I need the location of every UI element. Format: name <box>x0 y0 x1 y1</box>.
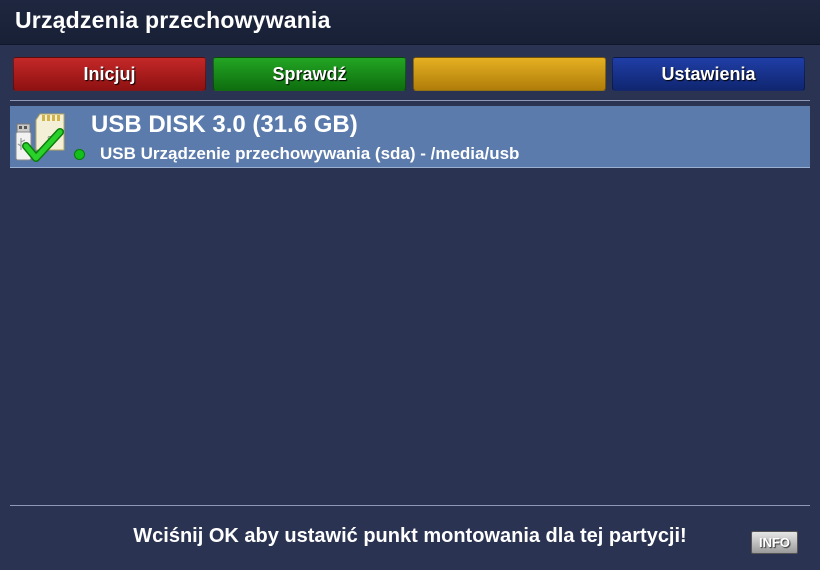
bottom-divider <box>10 505 810 506</box>
title-bar: Urządzenia przechowywania <box>0 0 820 45</box>
check-button[interactable]: Sprawdź <box>213 57 406 91</box>
top-divider <box>10 100 810 101</box>
yellow-button[interactable] <box>413 57 606 91</box>
device-list-item[interactable]: SD USB DISK 3.0 (31.6 GB) USB Urządzenie… <box>10 106 810 168</box>
device-name: USB DISK 3.0 (31.6 GB) <box>91 111 358 138</box>
settings-button[interactable]: Ustawienia <box>612 57 805 91</box>
window-title: Urządzenia przechowywania <box>15 7 331 33</box>
info-button[interactable]: INFO <box>751 531 798 554</box>
hint-text: Wciśnij OK aby ustawić punkt montowania … <box>133 525 687 547</box>
device-description: USB Urządzenie przechowywania (sda) - /m… <box>100 144 520 163</box>
usb-sd-storage-check-icon: SD <box>15 113 65 162</box>
status-dot-icon <box>74 149 85 160</box>
init-button[interactable]: Inicjuj <box>13 57 206 91</box>
